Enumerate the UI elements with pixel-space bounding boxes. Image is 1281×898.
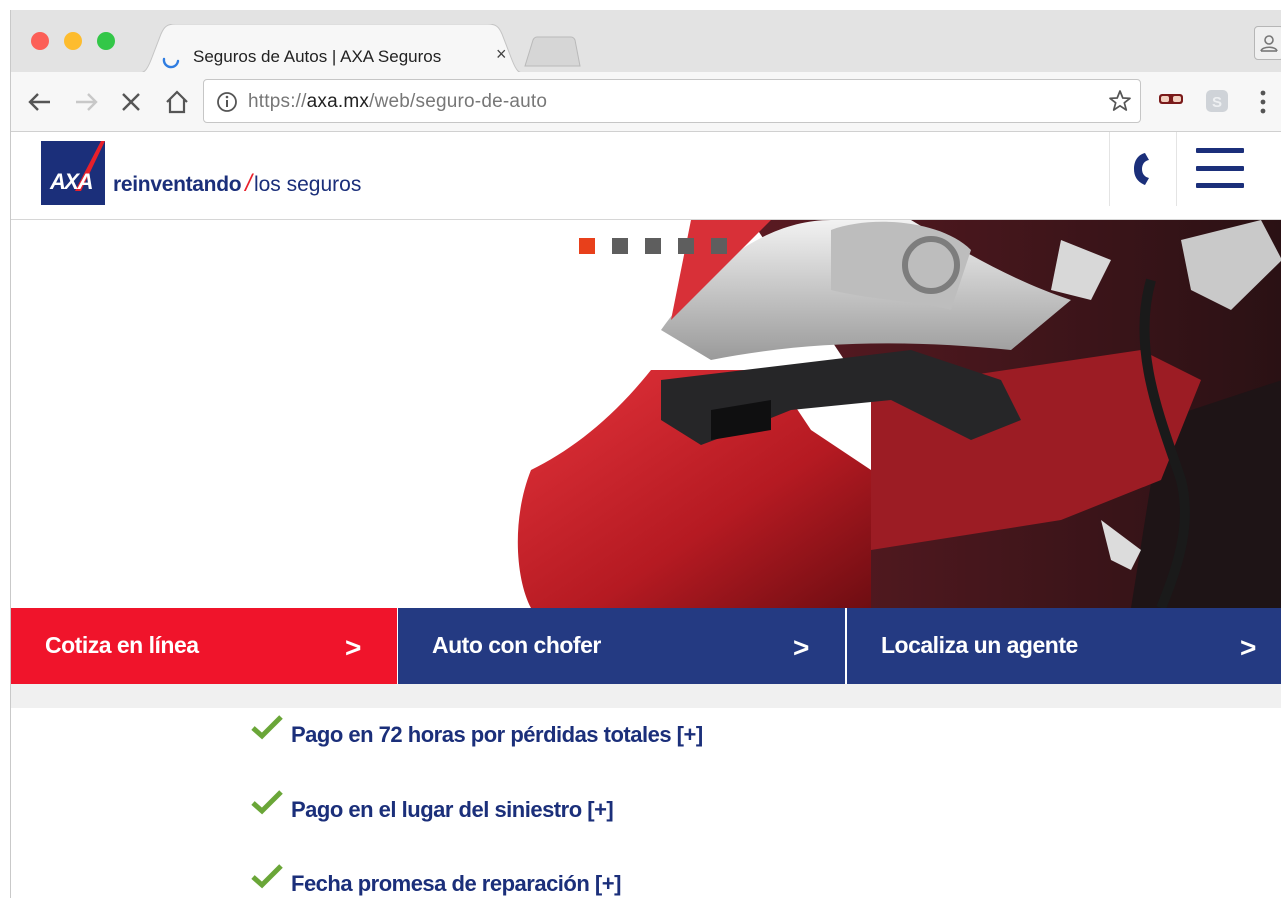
forward-button[interactable] — [71, 86, 103, 118]
url-host: axa.mx — [306, 91, 370, 112]
section-divider — [11, 684, 1281, 708]
logo-text: AXA — [49, 169, 93, 194]
bookmark-star-icon[interactable] — [1108, 89, 1132, 113]
check-icon — [251, 715, 283, 740]
loading-spinner-icon — [162, 57, 180, 69]
profile-button[interactable] — [1254, 26, 1281, 60]
address-bar[interactable]: https://axa.mx/web/seguro-de-auto — [203, 79, 1141, 123]
carousel-dot-5[interactable] — [711, 238, 727, 254]
browser-window: Seguros de Autos | AXA Seguros × https:/… — [10, 10, 1281, 898]
info-icon[interactable] — [216, 91, 238, 113]
svg-text:S: S — [1212, 94, 1222, 111]
benefits-list: Pago en 72 horas por pérdidas totales [+… — [11, 708, 1281, 898]
chevron-right-icon: > — [793, 632, 809, 663]
forward-arrow-icon — [76, 93, 98, 111]
tagline-slash: / — [245, 170, 252, 197]
phone-button[interactable] — [1109, 132, 1177, 206]
back-arrow-icon — [28, 93, 50, 111]
axa-logo[interactable]: AXA — [41, 141, 105, 205]
skype-extension-icon[interactable]: S — [1204, 88, 1230, 114]
home-icon — [166, 90, 188, 114]
browser-toolbar: https://axa.mx/web/seguro-de-auto S — [11, 72, 1281, 132]
url-scheme: https:// — [248, 91, 307, 112]
zoom-window-button[interactable] — [97, 32, 115, 50]
carousel-dots — [579, 238, 727, 254]
cta-bar: Cotiza en línea > Auto con chofer > Loca… — [11, 608, 1281, 684]
person-icon — [1260, 35, 1278, 52]
new-tab-button[interactable] — [523, 36, 581, 68]
localiza-un-agente-button[interactable]: Localiza un agente > — [845, 608, 1281, 684]
cta-label: Auto con chofer — [432, 632, 601, 658]
carousel-dot-2[interactable] — [612, 238, 628, 254]
close-window-button[interactable] — [31, 32, 49, 50]
carousel-dot-4[interactable] — [678, 238, 694, 254]
hero-banner — [11, 220, 1281, 608]
check-icon — [251, 864, 283, 889]
browser-menu-icon[interactable] — [1259, 89, 1267, 115]
chevron-right-icon: > — [1240, 632, 1256, 663]
benefit-text: Fecha promesa de reparación [+] — [291, 871, 621, 896]
home-button[interactable] — [161, 86, 193, 118]
carousel-dot-1[interactable] — [579, 238, 595, 254]
browser-titlebar: Seguros de Autos | AXA Seguros × — [11, 10, 1281, 74]
stop-icon — [122, 93, 140, 111]
hamburger-menu-icon[interactable] — [1196, 148, 1244, 188]
cotiza-en-linea-button[interactable]: Cotiza en línea > — [11, 608, 397, 684]
tagline: reinventando/los seguros — [113, 170, 361, 198]
benefit-text: Pago en el lugar del siniestro [+] — [291, 797, 614, 822]
back-button[interactable] — [23, 86, 55, 118]
check-icon — [251, 790, 283, 815]
cta-label: Cotiza en línea — [45, 632, 199, 658]
hamburger-line — [1196, 165, 1244, 171]
hamburger-line — [1196, 183, 1244, 188]
hamburger-line — [1196, 148, 1244, 153]
tagline-light: los seguros — [253, 173, 362, 196]
damaged-red-car-image — [11, 220, 1281, 608]
stop-loading-button[interactable] — [115, 86, 147, 118]
minimize-window-button[interactable] — [64, 32, 82, 50]
chevron-right-icon: > — [345, 632, 361, 663]
url-text: https://axa.mx/web/seguro-de-auto — [248, 91, 547, 113]
carousel-dot-3[interactable] — [645, 238, 661, 254]
benefit-text: Pago en 72 horas por pérdidas totales [+… — [291, 722, 703, 747]
auto-con-chofer-button[interactable]: Auto con chofer > — [397, 608, 845, 684]
tab-close-icon[interactable]: × — [496, 44, 507, 65]
tagline-strong: reinventando — [113, 173, 242, 196]
site-header: AXA reinventando/los seguros — [11, 132, 1281, 220]
phone-icon — [1134, 153, 1149, 185]
tab-title: Seguros de Autos | AXA Seguros — [193, 47, 442, 66]
incognito-extension-icon[interactable] — [1158, 91, 1184, 107]
cta-label: Localiza un agente — [881, 632, 1078, 658]
url-path: /web/seguro-de-auto — [369, 91, 548, 112]
